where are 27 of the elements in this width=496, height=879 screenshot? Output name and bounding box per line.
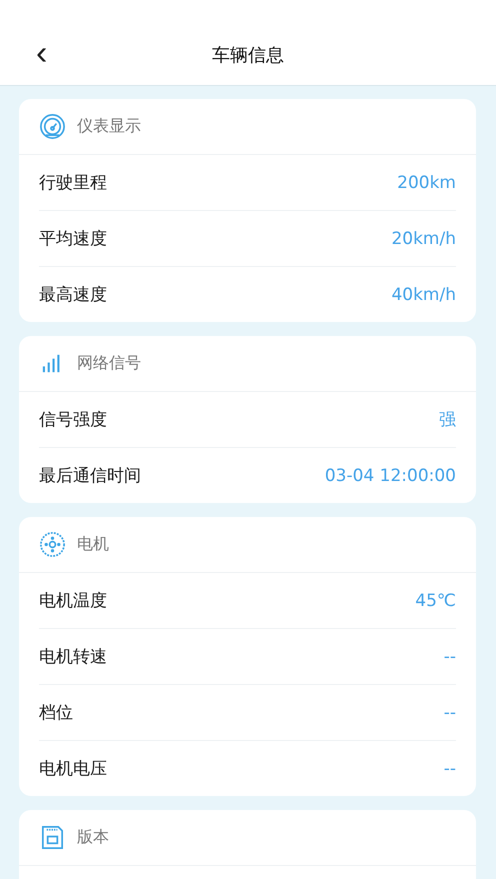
speedometer-icon — [39, 113, 66, 140]
back-button[interactable]: ‹ — [30, 36, 54, 70]
row-value: 200km — [397, 172, 456, 192]
row-label: 电机温度 — [39, 590, 107, 612]
row-value: 03-04 12:00:00 — [324, 466, 456, 486]
section-title: 网络信号 — [77, 353, 141, 374]
section-title: 版本 — [77, 827, 109, 848]
row-label: 最高速度 — [39, 284, 107, 306]
row-label: 档位 — [39, 702, 73, 724]
sd-card-icon — [39, 824, 66, 851]
row-label: 电机转速 — [39, 646, 107, 668]
row-label: 信号强度 — [39, 409, 107, 431]
section-title: 电机 — [77, 534, 109, 555]
page-title: 车辆信息 — [212, 44, 284, 66]
section-title: 仪表显示 — [77, 116, 141, 137]
row-value: -- — [444, 646, 456, 666]
row-label: 平均速度 — [39, 228, 107, 250]
row-value: 强 — [439, 409, 456, 431]
gear-icon — [39, 531, 66, 558]
row-label: 最后通信时间 — [39, 465, 141, 487]
row-value: -- — [444, 702, 456, 722]
row-label: 行驶里程 — [39, 172, 107, 194]
row-value: 20km/h — [391, 228, 456, 248]
row-value: -- — [444, 758, 456, 778]
row-value: 40km/h — [391, 284, 456, 304]
row-value: 45℃ — [415, 590, 456, 610]
row-label: 电机电压 — [39, 758, 107, 780]
